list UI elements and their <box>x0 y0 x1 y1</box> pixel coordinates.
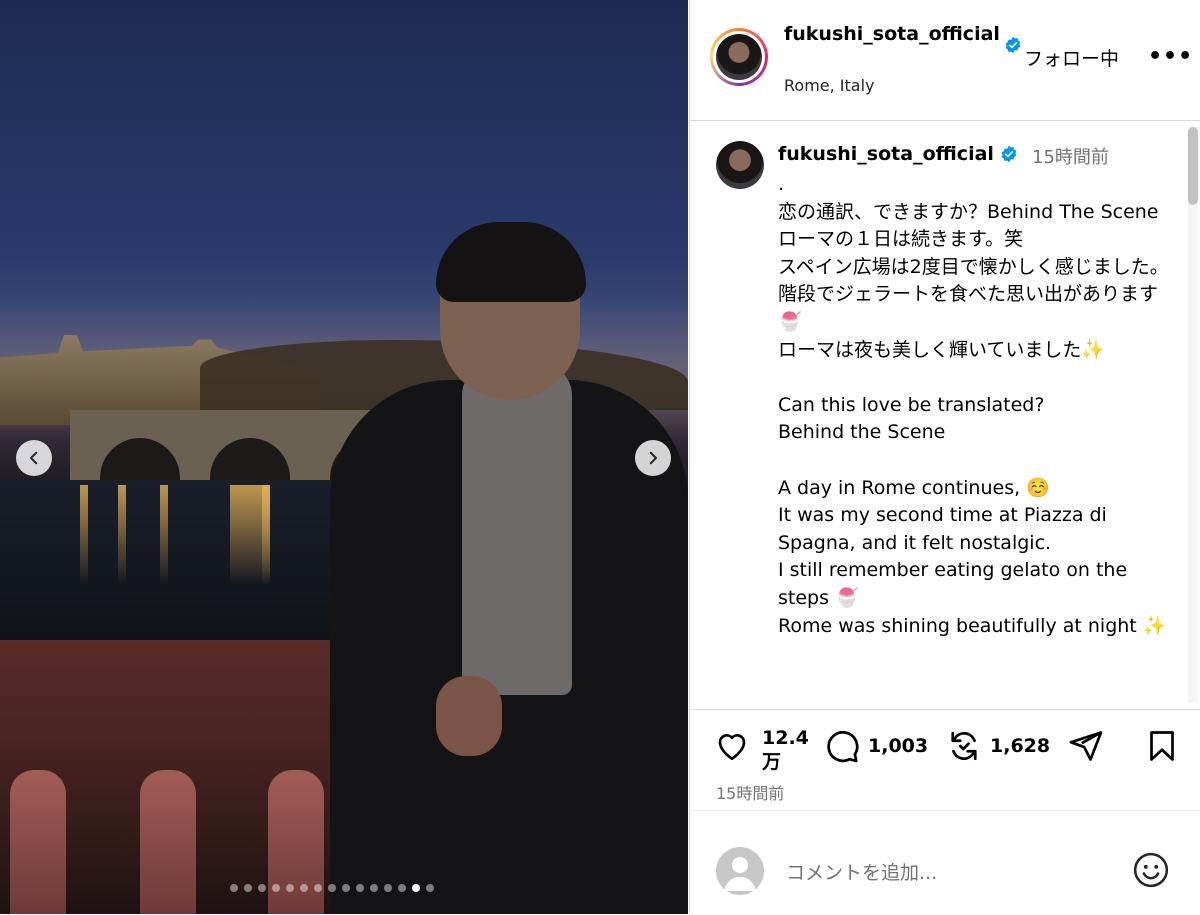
light-reflection <box>262 485 270 585</box>
carousel-dot <box>230 884 238 892</box>
location-link[interactable]: Rome, Italy <box>784 76 875 95</box>
repost-button[interactable]: 1,628 <box>946 728 1050 764</box>
carousel-dot <box>286 884 294 892</box>
carousel-dot <box>356 884 364 892</box>
post-header: fukushi_sota_official フォロー中 ••• Rome, It… <box>690 0 1200 121</box>
caption-text: . 恋の通訳、できますか？Behind The Scene ローマの１日は続きま… <box>778 173 1169 637</box>
caption-avatar[interactable] <box>716 141 764 189</box>
comment-input[interactable] <box>784 855 1088 891</box>
story-avatar[interactable] <box>710 28 768 86</box>
action-bar: 12.4万 1,003 1,628 15時間前 <box>690 710 1200 810</box>
save-button[interactable] <box>1144 728 1180 764</box>
person-hair <box>436 222 586 302</box>
person-sweater <box>462 365 572 695</box>
carousel-dot <box>244 884 252 892</box>
scrollbar-track[interactable] <box>1188 127 1198 703</box>
bookmark-icon <box>1150 731 1174 761</box>
share-button[interactable] <box>1068 728 1104 764</box>
next-photo-button[interactable] <box>635 440 671 476</box>
user-avatar-icon <box>716 847 764 895</box>
avatar <box>716 34 762 80</box>
light-reflection <box>118 485 126 585</box>
carousel-dot <box>370 884 378 892</box>
comment-count: 1,003 <box>868 735 929 757</box>
previous-photo-button[interactable] <box>16 440 52 476</box>
carousel-dot <box>342 884 350 892</box>
following-button[interactable]: フォロー中 <box>1024 44 1119 71</box>
like-count[interactable]: 12.4万 <box>762 726 822 774</box>
carousel-dot <box>384 884 392 892</box>
header-username[interactable]: fukushi_sota_official <box>784 22 1004 47</box>
carousel-dot <box>328 884 336 892</box>
carousel-dot <box>314 884 322 892</box>
baluster <box>268 770 324 914</box>
caption-username[interactable]: fukushi_sota_official <box>778 143 994 165</box>
light-reflection <box>80 485 88 585</box>
comment-composer <box>690 810 1200 915</box>
carousel-dot <box>426 884 434 892</box>
comment-button[interactable]: 1,003 <box>824 728 928 764</box>
post-photo <box>0 0 688 914</box>
more-options-icon[interactable]: ••• <box>1148 44 1193 69</box>
person-hand <box>436 676 502 756</box>
carousel-dot <box>398 884 406 892</box>
verified-badge-icon <box>1005 36 1021 54</box>
comment-icon <box>827 730 859 763</box>
baluster <box>140 770 196 914</box>
caption-timestamp[interactable]: 15時間前 <box>1032 143 1109 169</box>
chevron-left-icon <box>30 451 38 465</box>
carousel-dot <box>272 884 280 892</box>
repost-count: 1,628 <box>990 735 1051 757</box>
carousel-dot <box>412 884 420 892</box>
baluster <box>10 770 66 914</box>
like-button[interactable] <box>714 728 750 764</box>
post-timestamp[interactable]: 15時間前 <box>716 780 784 804</box>
chevron-right-icon <box>649 451 657 465</box>
emoji-icon[interactable] <box>1132 851 1170 889</box>
caption-scroll-area[interactable]: fukushi_sota_official 15時間前 . 恋の通訳、できますか… <box>690 121 1200 710</box>
carousel-dot <box>258 884 266 892</box>
post-details-panel: fukushi_sota_official フォロー中 ••• Rome, It… <box>689 0 1200 914</box>
scrollbar-thumb[interactable] <box>1188 127 1198 205</box>
send-icon <box>1069 731 1103 761</box>
verified-badge-icon <box>1001 145 1017 163</box>
carousel-dot <box>300 884 308 892</box>
light-reflection <box>160 485 168 585</box>
heart-icon <box>718 734 746 761</box>
carousel-indicator <box>230 884 434 892</box>
repost-icon <box>951 731 977 761</box>
